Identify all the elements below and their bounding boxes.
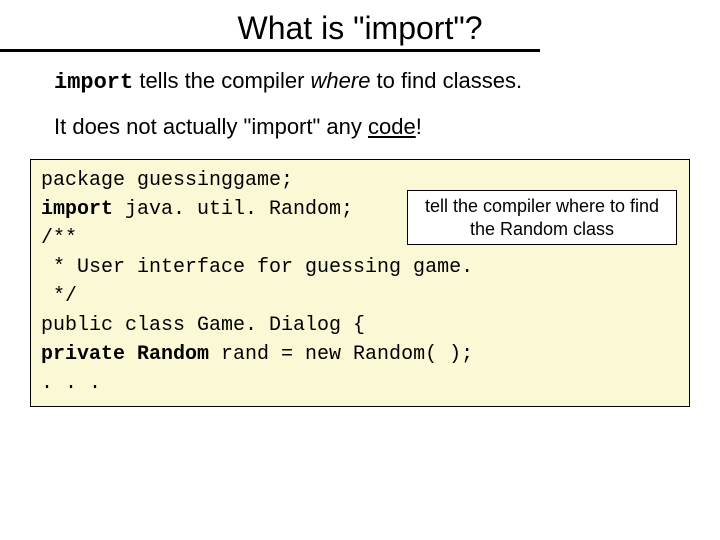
p1-text-where: where	[311, 68, 371, 93]
code-line-7: private Random rand = new Random( );	[41, 340, 679, 369]
code-inline-import: import	[54, 70, 133, 95]
title-area: What is "import"?	[20, 10, 700, 52]
code-import-kw: import	[41, 198, 113, 221]
title-underline	[0, 49, 540, 52]
code-block: package guessinggame; import java. util.…	[30, 159, 690, 407]
code-line-6: public class Game. Dialog {	[41, 311, 679, 340]
p1-text-d: to find classes.	[370, 68, 522, 93]
p2-text-a: It does not actually "import" any	[54, 114, 368, 139]
paragraph-2: It does not actually "import" any code!	[54, 112, 700, 142]
code-import-path: java. util. Random;	[113, 198, 353, 221]
slide-title: What is "import"?	[20, 10, 700, 53]
callout-box: tell the compiler where to find the Rand…	[407, 190, 677, 245]
code-private-random: private Random	[41, 343, 209, 366]
p1-text-b: tells the compiler	[133, 68, 310, 93]
p2-text-c: !	[416, 114, 422, 139]
code-line-8: . . .	[41, 369, 679, 398]
code-line-4: * User interface for guessing game.	[41, 253, 679, 282]
code-line-5: */	[41, 282, 679, 311]
paragraph-1: import tells the compiler where to find …	[54, 66, 700, 98]
slide: What is "import"? import tells the compi…	[0, 0, 720, 540]
code-rand-rest: rand = new Random( );	[209, 343, 473, 366]
p2-text-code: code	[368, 114, 416, 139]
